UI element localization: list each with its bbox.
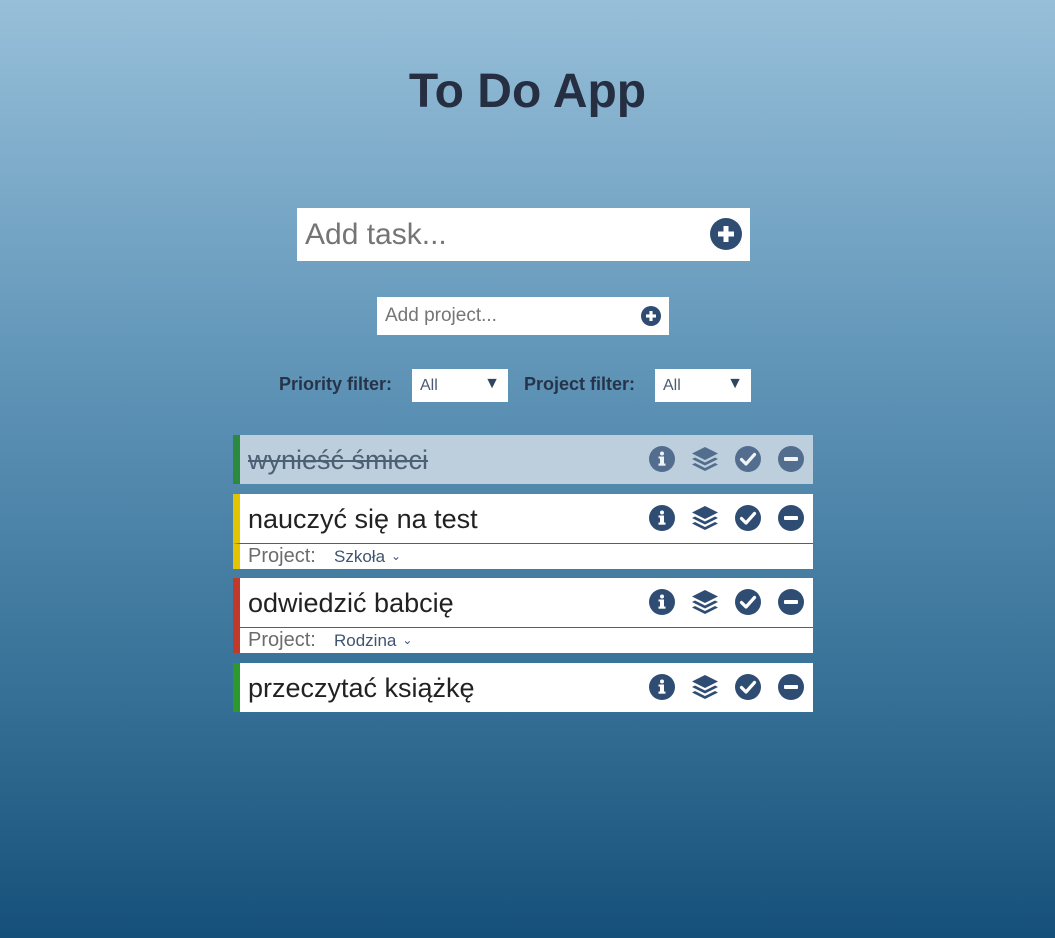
chevron-down-icon: ⌄ <box>402 633 413 647</box>
task-row: nauczyć się na test <box>233 494 813 543</box>
triangle-down-icon: ▼ <box>727 375 743 392</box>
task-delete-button[interactable] <box>777 445 805 473</box>
task-actions <box>648 445 805 473</box>
task-actions <box>648 588 805 616</box>
info-icon <box>649 505 675 531</box>
check-circle-icon <box>735 674 761 700</box>
add-task-input[interactable] <box>297 208 697 261</box>
task-project-value: Szkoła <box>334 547 386 566</box>
task-project-select[interactable]: Szkoła ⌄ <box>334 547 401 567</box>
layers-icon <box>692 590 718 614</box>
task-delete-button[interactable] <box>777 588 805 616</box>
layers-icon <box>692 675 718 699</box>
check-circle-icon <box>735 446 761 472</box>
add-task-form <box>297 208 750 261</box>
task-name[interactable]: wynieść śmieci <box>248 445 428 476</box>
task-project-button[interactable] <box>691 673 719 701</box>
task-info-button[interactable] <box>648 445 676 473</box>
task-complete-button[interactable] <box>734 504 762 532</box>
project-filter-select[interactable]: All ▼ <box>655 369 751 402</box>
minus-circle-icon <box>778 589 804 615</box>
add-project-input[interactable] <box>377 297 627 335</box>
task-delete-button[interactable] <box>777 673 805 701</box>
triangle-down-icon: ▼ <box>484 375 500 392</box>
project-label: Project: <box>248 629 316 651</box>
task-row: wynieść śmieci <box>233 435 813 484</box>
task-item: wynieść śmieci <box>233 435 813 484</box>
task-row: odwiedzić babcię <box>233 578 813 627</box>
add-project-button[interactable] <box>641 306 661 326</box>
add-task-button[interactable] <box>710 218 742 250</box>
layers-icon <box>692 447 718 471</box>
layers-icon <box>692 506 718 530</box>
task-name[interactable]: odwiedzić babcię <box>248 588 454 619</box>
info-icon <box>649 589 675 615</box>
minus-circle-icon <box>778 446 804 472</box>
task-row: przeczytać książkę <box>233 663 813 712</box>
priority-filter-select[interactable]: All ▼ <box>412 369 508 402</box>
app-title: To Do App <box>408 65 647 118</box>
task-project-button[interactable] <box>691 445 719 473</box>
chevron-down-icon: ⌄ <box>391 549 402 563</box>
project-label: Project: <box>248 545 316 567</box>
task-info-button[interactable] <box>648 588 676 616</box>
task-project-button[interactable] <box>691 504 719 532</box>
task-complete-button[interactable] <box>734 445 762 473</box>
plus-circle-icon <box>710 218 742 250</box>
task-project-button[interactable] <box>691 588 719 616</box>
priority-filter-value: All <box>420 377 438 394</box>
task-complete-button[interactable] <box>734 673 762 701</box>
task-complete-button[interactable] <box>734 588 762 616</box>
project-filter-label: Project filter: <box>524 374 636 394</box>
task-actions <box>648 673 805 701</box>
task-project-row: Project: Rodzina ⌄ <box>233 627 813 653</box>
task-delete-button[interactable] <box>777 504 805 532</box>
project-filter-value: All <box>663 377 681 394</box>
plus-circle-icon <box>641 306 661 326</box>
add-project-form <box>377 297 669 335</box>
task-project-select[interactable]: Rodzina ⌄ <box>334 631 412 651</box>
minus-circle-icon <box>778 674 804 700</box>
priority-filter-label: Priority filter: <box>279 374 393 394</box>
task-project-value: Rodzina <box>334 631 397 650</box>
minus-circle-icon <box>778 505 804 531</box>
task-actions <box>648 504 805 532</box>
task-item: odwiedzić babcię Project: Rodzina ⌄ <box>233 578 813 653</box>
info-icon <box>649 446 675 472</box>
task-info-button[interactable] <box>648 504 676 532</box>
task-project-row: Project: Szkoła ⌄ <box>233 543 813 569</box>
task-name[interactable]: przeczytać książkę <box>248 673 475 704</box>
task-item: nauczyć się na test Project: Szkoła ⌄ <box>233 494 813 569</box>
task-info-button[interactable] <box>648 673 676 701</box>
check-circle-icon <box>735 589 761 615</box>
task-item: przeczytać książkę <box>233 663 813 712</box>
task-name[interactable]: nauczyć się na test <box>248 504 478 535</box>
info-icon <box>649 674 675 700</box>
check-circle-icon <box>735 505 761 531</box>
